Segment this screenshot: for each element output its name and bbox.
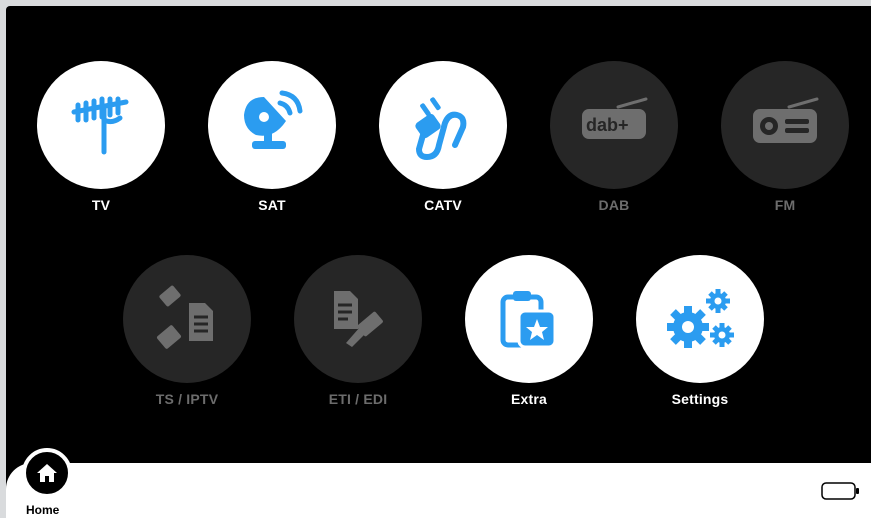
tile-label: FM <box>774 197 796 213</box>
tile-label: ETI / EDI <box>328 391 388 407</box>
tile-label: DAB <box>598 197 630 213</box>
tile-label: Extra <box>510 391 548 407</box>
tv-circle <box>37 61 165 189</box>
dab-radio-icon: dab+ <box>582 97 648 139</box>
tile-label: CATV <box>424 197 462 213</box>
tile-label: SAT <box>258 197 286 213</box>
settings-circle <box>636 255 764 383</box>
tile-eti-edi[interactable]: ETI / EDI <box>288 255 428 407</box>
battery-icon <box>821 482 859 500</box>
tile-settings[interactable]: Settings <box>630 255 770 407</box>
satellite-dish-icon <box>244 90 303 149</box>
tile-ts-iptv[interactable]: TS / IPTV <box>117 255 257 407</box>
gears-icon <box>667 289 734 348</box>
fm-radio-icon <box>753 97 819 143</box>
document-network-icon <box>334 291 383 347</box>
tile-dab[interactable]: dab+ DAB <box>544 61 684 213</box>
network-document-icon <box>157 285 213 349</box>
home-icon <box>37 464 57 482</box>
tile-tv[interactable]: TV <box>31 61 171 213</box>
dab-circle: dab+ <box>550 61 678 189</box>
catv-circle <box>379 61 507 189</box>
footer-bar <box>6 463 871 518</box>
eti-edi-circle <box>294 255 422 383</box>
tile-extra[interactable]: Extra <box>459 255 599 407</box>
cable-plug-icon <box>415 97 467 161</box>
tile-fm[interactable]: FM <box>715 61 855 213</box>
tile-label: TV <box>91 197 111 213</box>
tile-catv[interactable]: CATV <box>373 61 513 213</box>
sat-circle <box>208 61 336 189</box>
tile-sat[interactable]: SAT <box>202 61 342 213</box>
ts-iptv-circle <box>123 255 251 383</box>
tile-label: Settings <box>671 391 729 407</box>
home-label: Home <box>26 503 60 517</box>
main-screen: TV SAT CATV dab+ DAB FM TS / IPTV ETI / … <box>6 6 871 518</box>
antenna-icon <box>71 96 129 155</box>
clipboard-star-icon <box>500 291 557 349</box>
extra-circle <box>465 255 593 383</box>
dab-logo-text: dab+ <box>586 115 629 135</box>
fm-circle <box>721 61 849 189</box>
tile-label: TS / IPTV <box>155 391 219 407</box>
home-button[interactable] <box>22 448 72 498</box>
